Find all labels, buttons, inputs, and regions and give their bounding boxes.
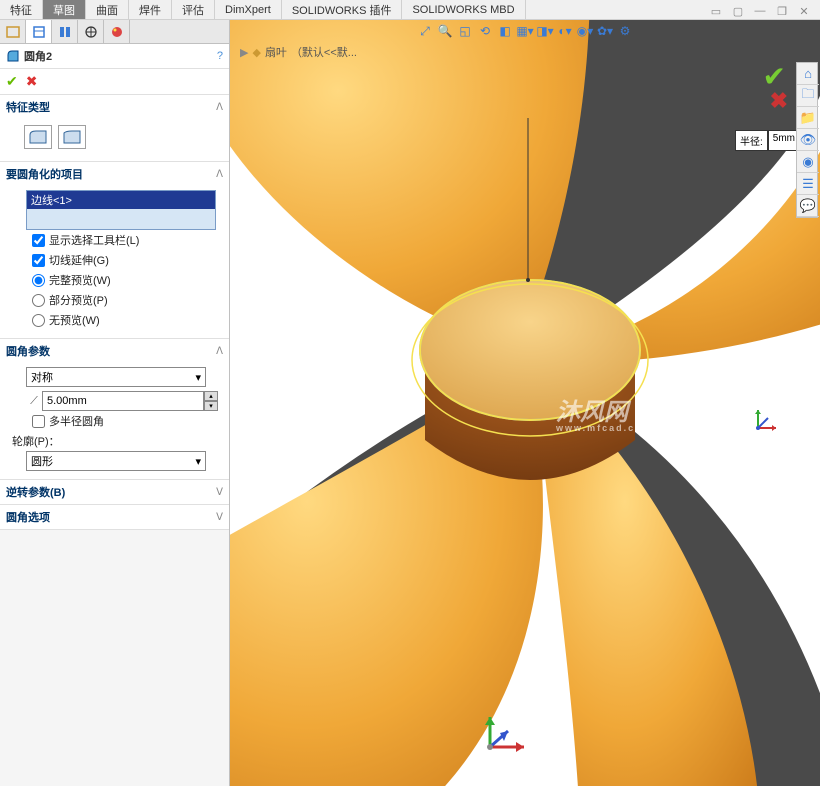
section-header-options[interactable]: 圆角选项 ᐯ	[0, 505, 229, 529]
window-close-icon[interactable]: ✕	[796, 4, 812, 18]
panel-tab-property[interactable]	[26, 20, 52, 43]
window-restore-down-icon[interactable]: ▭	[708, 4, 724, 18]
chevron-up-icon: ᐱ	[216, 102, 223, 113]
scene-icon[interactable]: ◉▾	[577, 23, 593, 39]
help-icon[interactable]: ?	[217, 50, 223, 62]
panel-tab-config[interactable]	[52, 20, 78, 43]
taskpane-home-icon[interactable]: ⌂	[797, 63, 819, 85]
radio-no-preview[interactable]	[32, 314, 45, 327]
view-toolbar: ⤢ 🔍 ◱ ⟲ ◧ ▦▾ ◨▾ ◐▾ ◉▾ ✿▾ ⚙	[417, 23, 633, 39]
symmetry-select[interactable]: 对称▾	[26, 367, 206, 387]
panel-tab-strip	[0, 20, 229, 44]
panel-tab-feature-tree[interactable]	[0, 20, 26, 43]
settings-icon[interactable]: ⚙	[617, 23, 633, 39]
zoom-area-icon[interactable]: 🔍	[437, 23, 453, 39]
window-restore-icon[interactable]: ❐	[774, 4, 790, 18]
section-items-to-fillet: 要圆角化的项目 ᐱ ◫ 边线<1> 显示选择工具栏(L) 切线延伸(G) 完整预…	[0, 162, 229, 339]
selected-edge[interactable]: 边线<1>	[27, 191, 215, 209]
radius-icon: ⟋	[26, 395, 42, 408]
breadcrumb-part: 扇叶	[265, 44, 287, 60]
section-fillet-options: 圆角选项 ᐯ	[0, 505, 229, 530]
tab-sw-addins[interactable]: SOLIDWORKS 插件	[282, 0, 403, 19]
chevron-down-icon: ᐯ	[216, 487, 223, 498]
section-header-type[interactable]: 特征类型 ᐱ	[0, 95, 229, 119]
check-show-toolbar[interactable]	[32, 234, 45, 247]
section-reverse-params: 逆转参数(B) ᐯ	[0, 480, 229, 505]
fillet-type-constant[interactable]	[24, 125, 52, 149]
chevron-up-icon: ᐱ	[216, 169, 223, 180]
zoom-fit-icon[interactable]: ⤢	[417, 23, 433, 39]
part-icon: ◆	[252, 46, 260, 59]
panel-tab-dimxpert[interactable]	[78, 20, 104, 43]
radio-partial-preview[interactable]	[32, 294, 45, 307]
zoom-select-icon[interactable]: ◱	[457, 23, 473, 39]
chevron-down-icon: ᐯ	[216, 512, 223, 523]
fillet-type-variable[interactable]	[58, 125, 86, 149]
breadcrumb-arrow-icon: ▶	[240, 46, 248, 59]
window-minimize-icon[interactable]: —	[752, 4, 768, 18]
section-view-icon[interactable]: ◧	[497, 23, 513, 39]
radio-full-preview[interactable]	[32, 274, 45, 287]
chevron-up-icon: ᐱ	[216, 346, 223, 357]
check-multi-radius[interactable]	[32, 415, 45, 428]
origin-triad-small	[754, 408, 778, 435]
window-controls: ▭ ▢ — ❐ ✕	[708, 4, 812, 18]
fillet-feature-icon	[6, 49, 20, 63]
view-orientation-triad[interactable]	[476, 713, 530, 764]
taskpane-library-icon[interactable]: 🗀	[797, 85, 819, 107]
tab-dimxpert[interactable]: DimXpert	[215, 0, 282, 19]
profile-select[interactable]: 圆形▾	[26, 451, 206, 471]
dimension-callout[interactable]: 半径: 5mm	[735, 130, 800, 151]
taskpane-properties-icon[interactable]: ☰	[797, 173, 819, 195]
dropdown-arrow-icon: ▾	[195, 455, 201, 468]
ok-button[interactable]: ✔	[6, 73, 18, 90]
section-fillet-params: 圆角参数 ᐱ 对称▾ ⟋ 5.00mm ▴▾ 多半径圆角 轮廓(P)： 圆形▾	[0, 339, 229, 480]
breadcrumb[interactable]: ▶ ◆ 扇叶 （默认<<默...	[240, 44, 357, 60]
task-pane: ⌂ 🗀 📁 👁 ◉ ☰ 💬	[796, 62, 818, 218]
section-header-items[interactable]: 要圆角化的项目 ᐱ	[0, 162, 229, 186]
profile-label: 轮廓(P)：	[8, 431, 221, 451]
cancel-button[interactable]: ✖	[26, 73, 38, 90]
dimension-label: 半径:	[735, 130, 768, 151]
tab-surface[interactable]: 曲面	[86, 0, 129, 19]
feature-name: 圆角2	[24, 48, 217, 64]
edge-selection-list[interactable]: 边线<1>	[26, 190, 216, 230]
hide-show-icon[interactable]: ◐▾	[557, 23, 573, 39]
check-tangent-propagation[interactable]	[32, 254, 45, 267]
section-header-reverse[interactable]: 逆转参数(B) ᐯ	[0, 480, 229, 504]
window-maximize-icon[interactable]: ▢	[730, 4, 746, 18]
tab-weldment[interactable]: 焊件	[129, 0, 172, 19]
tab-sw-mbd[interactable]: SOLIDWORKS MBD	[402, 0, 525, 19]
property-manager: 圆角2 ? ✔ ✖ 特征类型 ᐱ 要圆角化的项目 ᐱ	[0, 20, 230, 786]
taskpane-view-icon[interactable]: 👁	[797, 129, 819, 151]
breadcrumb-state: （默认<<默...	[291, 44, 357, 60]
taskpane-forum-icon[interactable]: 💬	[797, 195, 819, 217]
tab-feature[interactable]: 特征	[0, 0, 43, 19]
section-header-params[interactable]: 圆角参数 ᐱ	[0, 339, 229, 363]
section-feature-type: 特征类型 ᐱ	[0, 95, 229, 162]
tab-evaluate[interactable]: 评估	[172, 0, 215, 19]
radius-up-button[interactable]: ▴	[204, 391, 218, 401]
appearance-icon[interactable]: ✿▾	[597, 23, 613, 39]
taskpane-explorer-icon[interactable]: 📁	[797, 107, 819, 129]
viewport-cancel-icon[interactable]: ✖	[770, 88, 788, 114]
confirm-cancel-row: ✔ ✖	[0, 69, 229, 95]
model-render	[230, 20, 820, 786]
tab-sketch[interactable]: 草图	[43, 0, 86, 19]
feature-title-bar: 圆角2 ?	[0, 44, 229, 69]
radius-input[interactable]: 5.00mm	[42, 391, 204, 411]
panel-tab-appearance[interactable]	[104, 20, 130, 43]
command-tabs: 特征 草图 曲面 焊件 评估 DimXpert SOLIDWORKS 插件 SO…	[0, 0, 820, 20]
display-style-icon[interactable]: ▦▾	[517, 23, 533, 39]
radius-down-button[interactable]: ▾	[204, 401, 218, 411]
view-orientation-icon[interactable]: ◨▾	[537, 23, 553, 39]
rotate-icon[interactable]: ⟲	[477, 23, 493, 39]
dropdown-arrow-icon: ▾	[195, 371, 201, 384]
model-viewport[interactable]: ⤢ 🔍 ◱ ⟲ ◧ ▦▾ ◨▾ ◐▾ ◉▾ ✿▾ ⚙ ▶ ◆ 扇叶 （默认<<默…	[230, 20, 820, 786]
taskpane-appearance-icon[interactable]: ◉	[797, 151, 819, 173]
